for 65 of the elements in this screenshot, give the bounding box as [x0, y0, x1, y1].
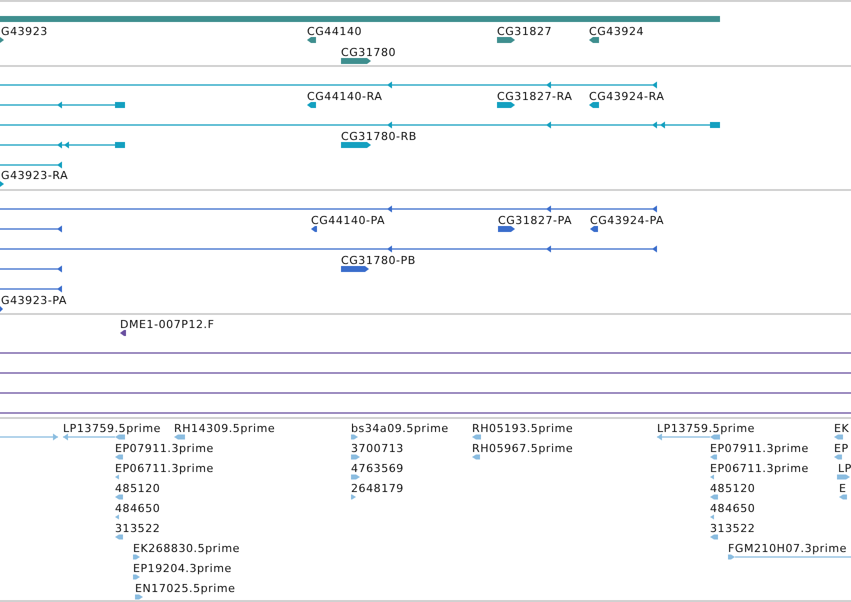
feature-arrow[interactable]: [0, 306, 3, 312]
intron-line-drawing: [0, 266, 62, 272]
feature-label: CG31780-PB: [341, 254, 416, 267]
feature-label: 485120: [115, 482, 160, 495]
intron-line-drawing: [0, 286, 62, 292]
feature-label: 313522: [710, 522, 756, 535]
feature-arrow[interactable]: [589, 37, 599, 43]
feature-label: CG31780-RB: [341, 130, 417, 143]
feature-label: CG31827-PA: [498, 214, 572, 227]
feature-arrow[interactable]: [497, 102, 515, 108]
feature-label: EP07911.3prime: [710, 442, 809, 455]
feature-label: FGM210H07.3prime: [728, 542, 847, 555]
intron-line-drawing: [0, 434, 58, 440]
feature-arrow[interactable]: [341, 58, 371, 64]
feature-arrow[interactable]: [0, 181, 4, 187]
feature-arrow[interactable]: [307, 102, 316, 108]
feature-label: CG44140: [307, 25, 362, 38]
feature-label: CG31827-RA: [497, 90, 572, 103]
feature-label: E: [839, 482, 847, 495]
feature-label: EK268830.5prime: [133, 542, 240, 555]
intron-line-drawing: [657, 434, 710, 440]
feature-label: CG31827: [497, 25, 552, 38]
feature-label: bs34a09.5prime: [351, 422, 449, 435]
feature-label: CG43924: [589, 25, 644, 38]
intron-line-drawing: [0, 226, 62, 232]
feature-label: 313522: [115, 522, 160, 535]
feature-label: 4763569: [351, 462, 404, 475]
feature-arrow[interactable]: [341, 266, 369, 272]
feature-label: EP07911.3prime: [115, 442, 214, 455]
feature-arrow[interactable]: [589, 102, 599, 108]
feature-arrow[interactable]: [0, 37, 4, 43]
intron-line-drawing: [0, 162, 62, 168]
feature-arrow[interactable]: [498, 226, 515, 232]
feature-arrow[interactable]: [497, 37, 515, 43]
feature-label: LP13759.5prime: [63, 422, 161, 435]
feature-label: CG43924-RA: [589, 90, 664, 103]
feature-label: G43923-PA: [1, 294, 67, 307]
feature-label: CG44140-PA: [311, 214, 386, 227]
feature-arrow[interactable]: [590, 226, 598, 232]
feature-label: 484650: [710, 502, 756, 515]
feature-label: 485120: [710, 482, 756, 495]
feature-label: 484650: [115, 502, 160, 515]
feature-label: LP13759.5prime: [657, 422, 755, 435]
feature-arrow[interactable]: [307, 37, 316, 43]
feature-label: EP: [834, 442, 849, 455]
feature-label: CG44140-RA: [307, 90, 382, 103]
feature-label: 2648179: [351, 482, 404, 495]
feature-label: EK: [834, 422, 850, 435]
feature-label: EP06711.3prime: [115, 462, 214, 475]
feature-label: 3700713: [351, 442, 404, 455]
feature-label: EN17025.5prime: [135, 582, 236, 595]
feature-label: CG43924-PA: [590, 214, 664, 227]
feature-label: CG31780: [341, 46, 396, 59]
feature-label: EP06711.3prime: [710, 462, 809, 475]
feature-arrow[interactable]: [120, 330, 126, 336]
feature-label: G43923-RA: [1, 169, 68, 182]
feature-arrow[interactable]: [341, 142, 371, 148]
feature-arrow[interactable]: [311, 226, 317, 232]
feature-label: EP19204.3prime: [133, 562, 232, 575]
feature-label: G43923: [1, 25, 48, 38]
intron-line-drawing: [63, 434, 115, 440]
feature-label: RH05967.5prime: [472, 442, 574, 455]
feature-label: RH14309.5prime: [174, 422, 276, 435]
feature-label: DME1-007P12.F: [120, 318, 214, 331]
feature-label: RH05193.5prime: [472, 422, 574, 435]
